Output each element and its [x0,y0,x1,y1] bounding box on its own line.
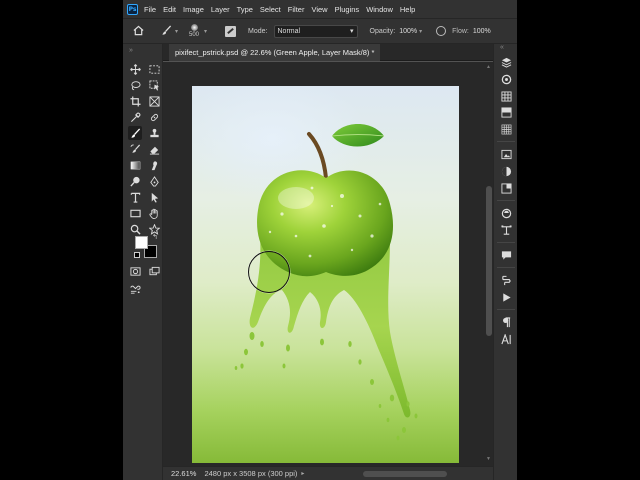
chevron-down-icon[interactable]: ▾ [419,28,422,35]
vertical-scrollbar[interactable]: ▲ ▼ [485,62,493,466]
navigator-icon[interactable] [499,207,513,220]
healing-icon[interactable] [147,110,161,124]
paragraph-icon[interactable] [499,316,513,329]
horizontal-scroll-thumb[interactable] [363,471,447,477]
type-icon[interactable] [128,190,142,204]
pen-icon[interactable] [147,174,161,188]
panel-separator [497,141,515,142]
tools-panel: » ↰ [123,44,163,480]
panel-grip-icon[interactable]: » [129,47,133,54]
mode-select[interactable]: Normal ▾ [273,24,358,38]
photoshop-logo-icon: Ps [127,3,138,15]
adjustments-icon[interactable] [499,165,513,178]
smudge-icon[interactable] [147,158,161,172]
menu-plugins[interactable]: Plugins [335,5,360,14]
panel-separator [497,200,515,201]
layers-icon[interactable] [499,56,513,69]
zoom-icon[interactable] [128,222,142,236]
tool-preset-brush-icon[interactable] [161,24,173,38]
status-bar: 22.61% 2480 px x 3508 px (300 ppi) ▸ [163,466,493,480]
menu-bar: Ps File Edit Image Layer Type Select Fil… [123,0,517,18]
gradients-icon[interactable] [499,106,513,119]
chevron-down-icon[interactable]: ▾ [175,28,178,35]
brush-size-picker[interactable]: 500 [186,24,202,38]
frame-icon[interactable] [147,94,161,108]
eyedropper-icon[interactable] [128,110,142,124]
move-icon[interactable] [128,62,142,76]
edit-toolbar-icon[interactable] [128,282,142,296]
patterns-icon[interactable] [499,123,513,136]
mode-value: Normal [277,27,301,35]
history-icon[interactable] [499,274,513,287]
menu-layer[interactable]: Layer [211,5,230,14]
dodge-icon[interactable] [128,174,142,188]
stamp-icon[interactable] [147,126,161,140]
eraser-icon[interactable] [147,142,161,156]
opacity-label: Opacity: [369,27,396,35]
panel-separator [497,309,515,310]
brush-cursor [248,251,290,293]
character-icon[interactable] [499,333,513,346]
gradient-icon[interactable] [128,158,142,172]
default-colors-icon[interactable] [134,252,140,258]
green-apple-splash-image [234,124,418,441]
document-size-info: 2480 px x 3508 px (300 ppi) [204,469,298,478]
swap-colors-icon[interactable]: ↰ [152,233,158,241]
scroll-up-icon[interactable]: ▲ [486,64,491,70]
document-canvas[interactable] [192,86,459,463]
menu-filter[interactable]: Filter [288,5,305,14]
panel-separator [497,267,515,268]
scroll-down-icon[interactable]: ▼ [486,456,491,462]
channels-icon[interactable] [499,73,513,86]
menu-view[interactable]: View [311,5,327,14]
menu-help[interactable]: Help [400,5,415,14]
chevron-right-icon[interactable]: ▸ [301,470,304,477]
right-panel-dock: « [493,44,517,480]
zoom-level[interactable]: 22.61% [171,469,196,478]
foreground-color-swatch[interactable] [135,236,148,249]
brush-tip-icon [190,24,198,31]
menu-image[interactable]: Image [183,5,204,14]
screen-mode-icon[interactable] [147,264,161,278]
home-icon[interactable] [133,25,147,38]
crop-icon[interactable] [128,94,142,108]
panel-separator [497,242,515,243]
marquee-icon[interactable] [147,62,161,76]
document-tab[interactable]: pixifect_pstrick.psd @ 22.6% (Green Appl… [169,44,381,61]
path-select-icon[interactable] [147,190,161,204]
properties-icon[interactable] [499,182,513,195]
brush-size-value: 500 [189,32,200,38]
comments-icon[interactable] [499,249,513,262]
rectangle-icon[interactable] [128,206,142,220]
pressure-opacity-icon[interactable] [436,26,447,36]
opacity-input[interactable]: 100% [399,28,417,35]
menu-file[interactable]: File [144,5,156,14]
document-tab-bar: pixifect_pstrick.psd @ 22.6% (Green Appl… [163,44,493,61]
menu-window[interactable]: Window [366,5,393,14]
swatches-icon[interactable] [499,90,513,103]
photoshop-window: Ps File Edit Image Layer Type Select Fil… [123,0,517,480]
vertical-scroll-thumb[interactable] [486,186,492,336]
quick-mask-icon[interactable] [128,264,142,278]
paths-icon[interactable] [499,224,513,237]
object-select-icon[interactable] [147,78,161,92]
menu-type[interactable]: Type [237,5,253,14]
panel-grip-icon[interactable]: « [500,44,504,51]
menu-select[interactable]: Select [260,5,281,14]
menu-edit[interactable]: Edit [163,5,176,14]
flow-input[interactable]: 100% [473,28,491,35]
chevron-down-icon[interactable]: ▾ [204,28,207,35]
brush-icon[interactable] [128,126,142,140]
flow-label: Flow: [452,27,469,35]
canvas-area[interactable] [163,62,485,466]
history-brush-icon[interactable] [128,142,142,156]
brush-settings-panel-icon[interactable] [225,25,237,37]
mode-label: Mode: [248,27,268,35]
hand-icon[interactable] [147,206,161,220]
libraries-icon[interactable] [499,148,513,161]
chevron-down-icon: ▾ [349,28,354,35]
options-bar: ▾ 500 ▾ Mode: Normal ▾ Opacity: 100% ▾ F… [123,18,517,44]
actions-icon[interactable] [499,291,513,304]
lasso-icon[interactable] [128,78,142,92]
